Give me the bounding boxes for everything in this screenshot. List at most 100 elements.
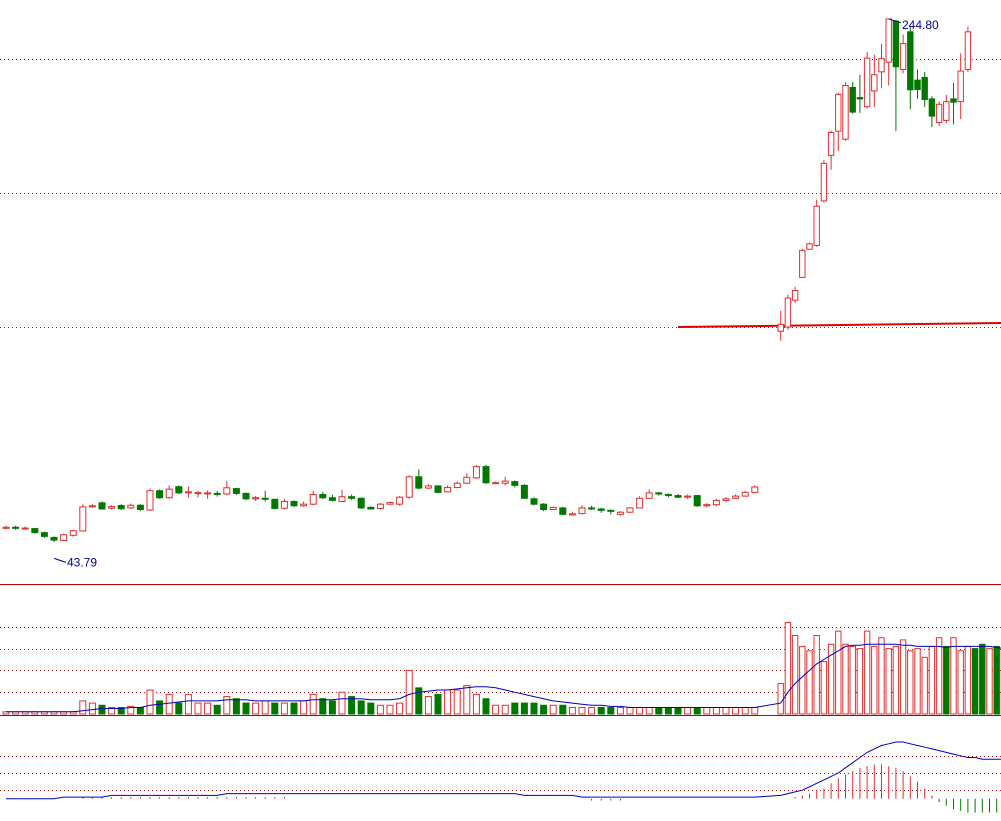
candle-up [300,501,308,507]
candle-up [799,248,806,278]
candle-body [69,530,77,536]
volume-bar-up [386,704,394,715]
candle-down [12,525,20,530]
macd-line [6,741,1001,800]
candle-down [540,503,548,512]
candle-body [914,79,921,91]
volume-bar-up [204,702,212,715]
volume-bar-up [684,706,692,715]
candle-up [146,488,154,511]
candle-up [943,94,950,124]
volume-bar-down [559,704,567,715]
candle-body [616,511,624,515]
volume-bar-up [950,637,957,715]
candle-up [252,496,260,501]
volume-bar-down [271,702,279,715]
candle-body [348,496,356,499]
low-pointer [53,557,67,563]
volume-bar-up [280,702,288,715]
volume-bar-down [328,700,336,715]
candle-body [117,505,125,510]
volume-bar-down [213,704,221,715]
candle-body [928,98,936,117]
volume-bar-down [232,698,240,715]
candle-down [607,509,615,515]
candle-up [453,481,461,489]
candle-down [928,96,936,128]
candle-down [530,497,538,506]
volume-bar-up [813,635,820,715]
volume-bar-up [935,637,943,715]
volume-bar-up [501,704,509,715]
volume-bar-up [184,693,192,715]
volume-bar-up [751,706,759,715]
candle-up [684,494,692,499]
candle-down [348,494,356,500]
candle-down [261,490,269,502]
volume-bar-down [367,702,375,715]
volume-bar-up [791,635,799,715]
volume-bar-up [568,706,576,715]
candle-down [892,19,900,132]
volume-bar-up [957,650,964,715]
candle-down [482,464,490,485]
candle-down [242,492,250,501]
candle-up [280,498,288,510]
candle-up [2,525,10,530]
candle-body [328,497,336,501]
volume-bar-up [549,704,557,715]
volume-bar-down [156,700,164,715]
candle-up [636,496,644,509]
candle-up [732,494,740,499]
volume-bar-up [424,696,432,715]
volume-bar-up [722,706,730,715]
candle-up [806,242,813,250]
candle-up [842,82,849,141]
candle-down [849,82,856,114]
candle-body [175,486,183,494]
candle-body [791,290,799,301]
candle-body [827,131,835,156]
candle-body [501,480,509,484]
volume-bar-up [472,693,480,715]
candle-down [907,26,914,110]
candle-up [386,501,394,505]
candle-body [482,466,490,484]
candle-body [463,476,471,484]
candle-up [827,130,835,170]
volume-bar-up [146,689,154,715]
volume-bar-down [540,704,548,715]
candle-body [424,485,432,489]
candle-body [626,507,634,513]
volume-bar-up [703,706,711,715]
volume-bar-up [626,706,634,715]
candle-up [194,490,202,498]
volume-bar-up [907,650,914,715]
candle-up [741,490,749,497]
candle-body [108,506,116,509]
candle-up [69,529,77,537]
candle-up [899,34,907,74]
candle-body [935,103,943,124]
candle-down [98,501,106,510]
candle-down [914,69,921,99]
candle-up [568,511,576,516]
candle-down [559,506,567,515]
candle-body [472,466,480,479]
candle-body [863,57,871,108]
candle-body [784,297,792,328]
volume-bar-up [588,706,596,715]
candle-body [184,491,192,494]
candle-up [60,533,68,542]
candle-up [223,481,231,496]
candle-up [79,504,87,532]
candle-down [40,531,48,538]
candle-up [957,53,964,120]
support-line [677,322,1001,329]
candle-body [357,497,365,509]
candle-up [184,486,192,498]
candle-up [492,481,500,485]
candle-down [367,506,375,510]
candle-body [530,498,538,505]
candle-body [540,503,548,511]
